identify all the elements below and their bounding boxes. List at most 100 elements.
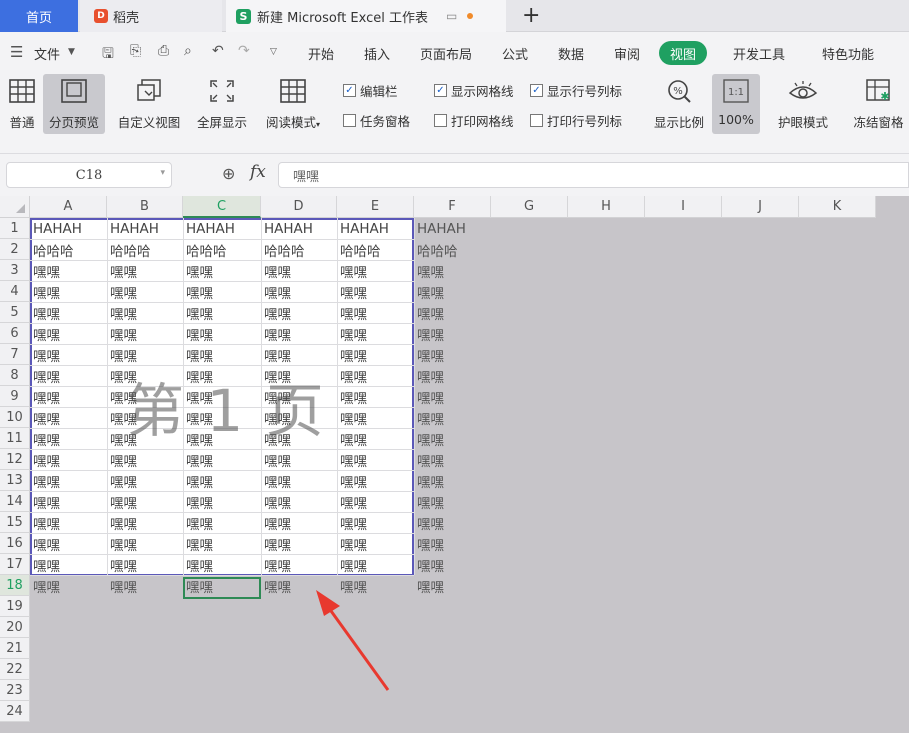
cell-c6[interactable]: 嘿嘿 bbox=[183, 323, 261, 344]
cell-a15[interactable]: 嘿嘿 bbox=[30, 512, 107, 533]
cell-e5[interactable]: 嘿嘿 bbox=[337, 302, 414, 323]
cell-c4[interactable]: 嘿嘿 bbox=[183, 281, 261, 302]
cell-a2[interactable]: 哈哈哈 bbox=[30, 239, 107, 260]
hamburger-icon[interactable]: ☰ bbox=[10, 43, 23, 61]
full-screen-button[interactable]: 全屏显示 bbox=[193, 74, 251, 134]
row-header-1[interactable]: 1 bbox=[0, 218, 30, 239]
cell-d15[interactable]: 嘿嘿 bbox=[261, 512, 337, 533]
cell-f13[interactable]: 嘿嘿 bbox=[414, 470, 491, 491]
cell-e13[interactable]: 嘿嘿 bbox=[337, 470, 414, 491]
row-header-13[interactable]: 13 bbox=[0, 470, 30, 491]
menu-developer[interactable]: 开发工具 bbox=[733, 44, 785, 63]
cell-f6[interactable]: 嘿嘿 bbox=[414, 323, 491, 344]
menu-review[interactable]: 审阅 bbox=[614, 44, 640, 63]
cell-f11[interactable]: 嘿嘿 bbox=[414, 428, 491, 449]
cell-b6[interactable]: 嘿嘿 bbox=[107, 323, 183, 344]
cell-c3[interactable]: 嘿嘿 bbox=[183, 260, 261, 281]
column-header-k[interactable]: K bbox=[799, 196, 876, 218]
cell-a4[interactable]: 嘿嘿 bbox=[30, 281, 107, 302]
cell-a14[interactable]: 嘿嘿 bbox=[30, 491, 107, 512]
reading-mode-button[interactable]: 阅读模式▾ bbox=[259, 74, 327, 134]
fx-icon[interactable]: fx bbox=[250, 162, 266, 182]
cell-e10[interactable]: 嘿嘿 bbox=[337, 407, 414, 428]
cell-c16[interactable]: 嘿嘿 bbox=[183, 533, 261, 554]
menu-page-layout[interactable]: 页面布局 bbox=[420, 44, 472, 63]
menu-formulas[interactable]: 公式 bbox=[502, 44, 528, 63]
eye-protection-button[interactable]: 护眼模式 bbox=[772, 74, 834, 134]
menu-start[interactable]: 开始 bbox=[308, 44, 334, 63]
name-box[interactable]: C18 ▾ bbox=[6, 162, 172, 188]
row-header-18[interactable]: 18 bbox=[0, 575, 30, 596]
cell-e11[interactable]: 嘿嘿 bbox=[337, 428, 414, 449]
cell-a17[interactable]: 嘿嘿 bbox=[30, 554, 107, 575]
show-gridlines-checkbox[interactable]: ✓ 显示网格线 bbox=[434, 81, 514, 100]
zoom-button[interactable]: % 显示比例 bbox=[650, 74, 708, 134]
menu-view[interactable]: 视图 bbox=[659, 41, 707, 65]
row-header-11[interactable]: 11 bbox=[0, 428, 30, 449]
column-header-e[interactable]: E bbox=[337, 196, 414, 218]
cell-f1[interactable]: HAHAH bbox=[414, 218, 491, 239]
cell-b17[interactable]: 嘿嘿 bbox=[107, 554, 183, 575]
custom-view-button[interactable]: 自定义视图 bbox=[113, 74, 185, 134]
chevron-down-icon[interactable]: ▾ bbox=[160, 168, 165, 178]
column-header-h[interactable]: H bbox=[568, 196, 645, 218]
cell-f5[interactable]: 嘿嘿 bbox=[414, 302, 491, 323]
cell-d7[interactable]: 嘿嘿 bbox=[261, 344, 337, 365]
cell-e12[interactable]: 嘿嘿 bbox=[337, 449, 414, 470]
column-header-b[interactable]: B bbox=[107, 196, 183, 218]
column-header-j[interactable]: J bbox=[722, 196, 799, 218]
column-header-c[interactable]: C bbox=[183, 196, 261, 218]
cell-f2[interactable]: 哈哈哈 bbox=[414, 239, 491, 260]
column-header-f[interactable]: F bbox=[414, 196, 491, 218]
cell-a12[interactable]: 嘿嘿 bbox=[30, 449, 107, 470]
cell-d3[interactable]: 嘿嘿 bbox=[261, 260, 337, 281]
cell-c7[interactable]: 嘿嘿 bbox=[183, 344, 261, 365]
screen-icon[interactable]: ▭ bbox=[446, 9, 457, 23]
cell-e16[interactable]: 嘿嘿 bbox=[337, 533, 414, 554]
cell-b16[interactable]: 嘿嘿 bbox=[107, 533, 183, 554]
cell-a6[interactable]: 嘿嘿 bbox=[30, 323, 107, 344]
cell-a13[interactable]: 嘿嘿 bbox=[30, 470, 107, 491]
select-all-corner[interactable] bbox=[0, 196, 30, 218]
cell-e17[interactable]: 嘿嘿 bbox=[337, 554, 414, 575]
cell-a5[interactable]: 嘿嘿 bbox=[30, 302, 107, 323]
row-header-20[interactable]: 20 bbox=[0, 617, 30, 638]
cell-b2[interactable]: 哈哈哈 bbox=[107, 239, 183, 260]
cell-b3[interactable]: 嘿嘿 bbox=[107, 260, 183, 281]
task-pane-checkbox[interactable]: 任务窗格 bbox=[343, 111, 410, 130]
row-header-24[interactable]: 24 bbox=[0, 701, 30, 722]
zoom-100-button[interactable]: 1:1 100% bbox=[712, 74, 760, 134]
cell-d5[interactable]: 嘿嘿 bbox=[261, 302, 337, 323]
cell-c14[interactable]: 嘿嘿 bbox=[183, 491, 261, 512]
cell-f3[interactable]: 嘿嘿 bbox=[414, 260, 491, 281]
row-header-16[interactable]: 16 bbox=[0, 533, 30, 554]
row-header-23[interactable]: 23 bbox=[0, 680, 30, 701]
cell-d16[interactable]: 嘿嘿 bbox=[261, 533, 337, 554]
cell-e7[interactable]: 嘿嘿 bbox=[337, 344, 414, 365]
row-header-8[interactable]: 8 bbox=[0, 365, 30, 386]
spreadsheet-grid[interactable]: ABCDEFGHIJK 1 2 3 4 5 6 7 8 9 10 11 12 13 14 15 16 17 18 1… bbox=[0, 196, 909, 733]
tab-home[interactable]: 首页 bbox=[0, 0, 78, 32]
row-header-12[interactable]: 12 bbox=[0, 449, 30, 470]
new-tab-button[interactable]: + bbox=[522, 3, 540, 28]
row-header-9[interactable]: 9 bbox=[0, 386, 30, 407]
cell-e15[interactable]: 嘿嘿 bbox=[337, 512, 414, 533]
cell-c1[interactable]: HAHAH bbox=[183, 218, 261, 239]
menu-insert[interactable]: 插入 bbox=[364, 44, 390, 63]
quick-access-dropdown-icon[interactable]: ▽ bbox=[270, 47, 277, 57]
print-preview-icon[interactable]: ⌕ bbox=[184, 43, 192, 59]
cell-b7[interactable]: 嘿嘿 bbox=[107, 344, 183, 365]
cell-e9[interactable]: 嘿嘿 bbox=[337, 386, 414, 407]
cell-c13[interactable]: 嘿嘿 bbox=[183, 470, 261, 491]
page-break-preview-button[interactable]: 分页预览 bbox=[43, 74, 105, 134]
cell-a7[interactable]: 嘿嘿 bbox=[30, 344, 107, 365]
row-header-3[interactable]: 3 bbox=[0, 260, 30, 281]
cell-f16[interactable]: 嘿嘿 bbox=[414, 533, 491, 554]
freeze-panes-button[interactable]: ✱ 冻结窗格 bbox=[848, 74, 909, 134]
formula-bar-checkbox[interactable]: ✓ 编辑栏 bbox=[343, 81, 398, 100]
column-header-g[interactable]: G bbox=[491, 196, 568, 218]
print-icon[interactable]: ⎙ bbox=[158, 43, 169, 59]
cell-a10[interactable]: 嘿嘿 bbox=[30, 407, 107, 428]
cell-f12[interactable]: 嘿嘿 bbox=[414, 449, 491, 470]
print-gridlines-checkbox[interactable]: 打印网格线 bbox=[434, 111, 514, 130]
